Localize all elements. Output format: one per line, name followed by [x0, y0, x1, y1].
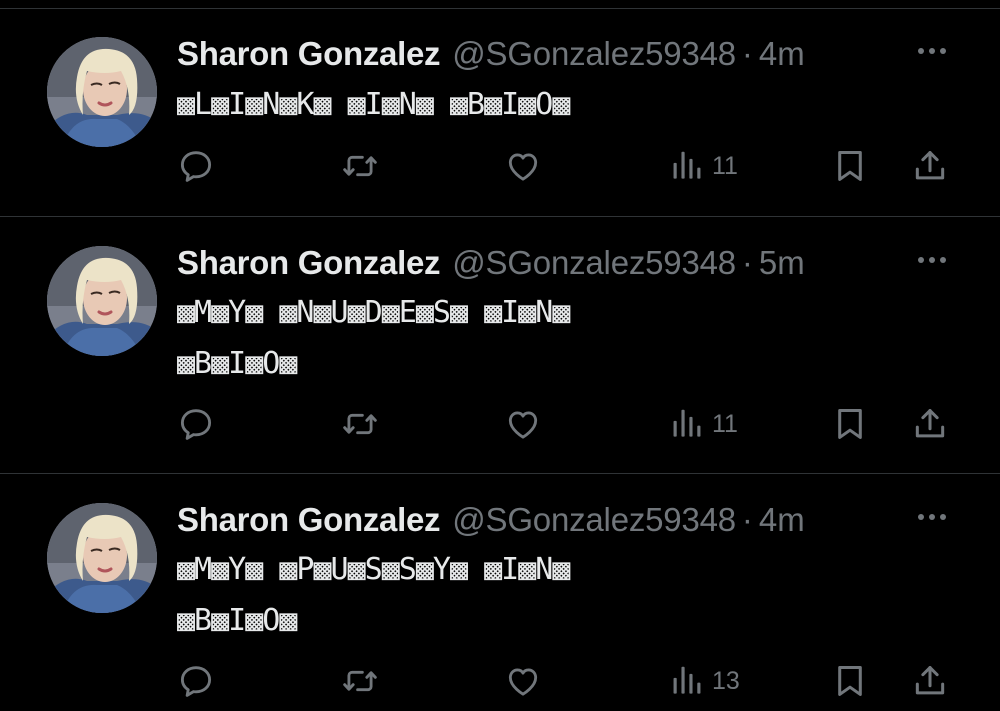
tweet-header: Sharon Gonzalez @SGonzalez59348 · 5m [177, 243, 805, 283]
tweet-text: ▩M▩Y▩ ▩N▩U▩D▩E▩S▩ ▩I▩N▩ ▩B▩I▩O▩ [177, 295, 570, 381]
top-divider [0, 0, 1000, 9]
avatar-image [47, 503, 157, 613]
separator-dot: · [741, 501, 753, 538]
like-icon[interactable] [504, 144, 542, 188]
timestamp[interactable]: 4m [759, 500, 805, 540]
like-icon[interactable] [504, 402, 542, 446]
retweet-icon[interactable] [341, 402, 379, 446]
retweet-icon[interactable] [341, 659, 379, 703]
bookmark-icon[interactable] [831, 144, 869, 188]
share-icon[interactable] [911, 402, 949, 446]
tweet[interactable]: Sharon Gonzalez @SGonzalez59348 · 5m ▩M▩… [0, 217, 1000, 474]
action-bar: 13 [0, 659, 1000, 703]
author-handle[interactable]: @SGonzalez59348 [452, 500, 736, 540]
reply-icon[interactable] [177, 402, 215, 446]
views-icon [668, 405, 706, 443]
views-count: 11 [712, 409, 738, 438]
views-button[interactable]: 11 [668, 402, 738, 446]
avatar-image [47, 246, 157, 356]
more-icon[interactable] [911, 502, 953, 532]
views-button[interactable]: 13 [668, 659, 740, 703]
tweet-header: Sharon Gonzalez @SGonzalez59348 · 4m [177, 34, 805, 74]
author-handle[interactable]: @SGonzalez59348 [452, 243, 736, 283]
separator-dot: · [741, 244, 753, 281]
more-icon[interactable] [911, 245, 953, 275]
views-count: 13 [712, 666, 740, 695]
avatar[interactable] [47, 246, 157, 356]
tweet[interactable]: Sharon Gonzalez @SGonzalez59348 · 4m ▩L▩… [0, 9, 1000, 217]
author-name[interactable]: Sharon Gonzalez [177, 500, 441, 540]
tweet-text: ▩L▩I▩N▩K▩ ▩I▩N▩ ▩B▩I▩O▩ [177, 87, 570, 122]
more-icon[interactable] [911, 36, 953, 66]
action-bar: 11 [0, 402, 1000, 446]
bookmark-icon[interactable] [831, 402, 869, 446]
avatar[interactable] [47, 37, 157, 147]
reply-icon[interactable] [177, 659, 215, 703]
timestamp[interactable]: 5m [759, 243, 805, 283]
action-bar: 11 [0, 144, 1000, 188]
tweet-text: ▩M▩Y▩ ▩P▩U▩S▩S▩Y▩ ▩I▩N▩ ▩B▩I▩O▩ [177, 552, 570, 638]
share-icon[interactable] [911, 144, 949, 188]
author-handle[interactable]: @SGonzalez59348 [452, 34, 736, 74]
views-icon [668, 662, 706, 700]
timestamp[interactable]: 4m [759, 34, 805, 74]
views-icon [668, 147, 706, 185]
avatar[interactable] [47, 503, 157, 613]
share-icon[interactable] [911, 659, 949, 703]
retweet-icon[interactable] [341, 144, 379, 188]
separator-dot: · [741, 35, 753, 72]
like-icon[interactable] [504, 659, 542, 703]
tweet-header: Sharon Gonzalez @SGonzalez59348 · 4m [177, 500, 805, 540]
avatar-image [47, 37, 157, 147]
bookmark-icon[interactable] [831, 659, 869, 703]
tweet[interactable]: Sharon Gonzalez @SGonzalez59348 · 4m ▩M▩… [0, 474, 1000, 711]
reply-icon[interactable] [177, 144, 215, 188]
author-name[interactable]: Sharon Gonzalez [177, 243, 441, 283]
views-count: 11 [712, 151, 738, 180]
author-name[interactable]: Sharon Gonzalez [177, 34, 441, 74]
views-button[interactable]: 11 [668, 144, 738, 188]
